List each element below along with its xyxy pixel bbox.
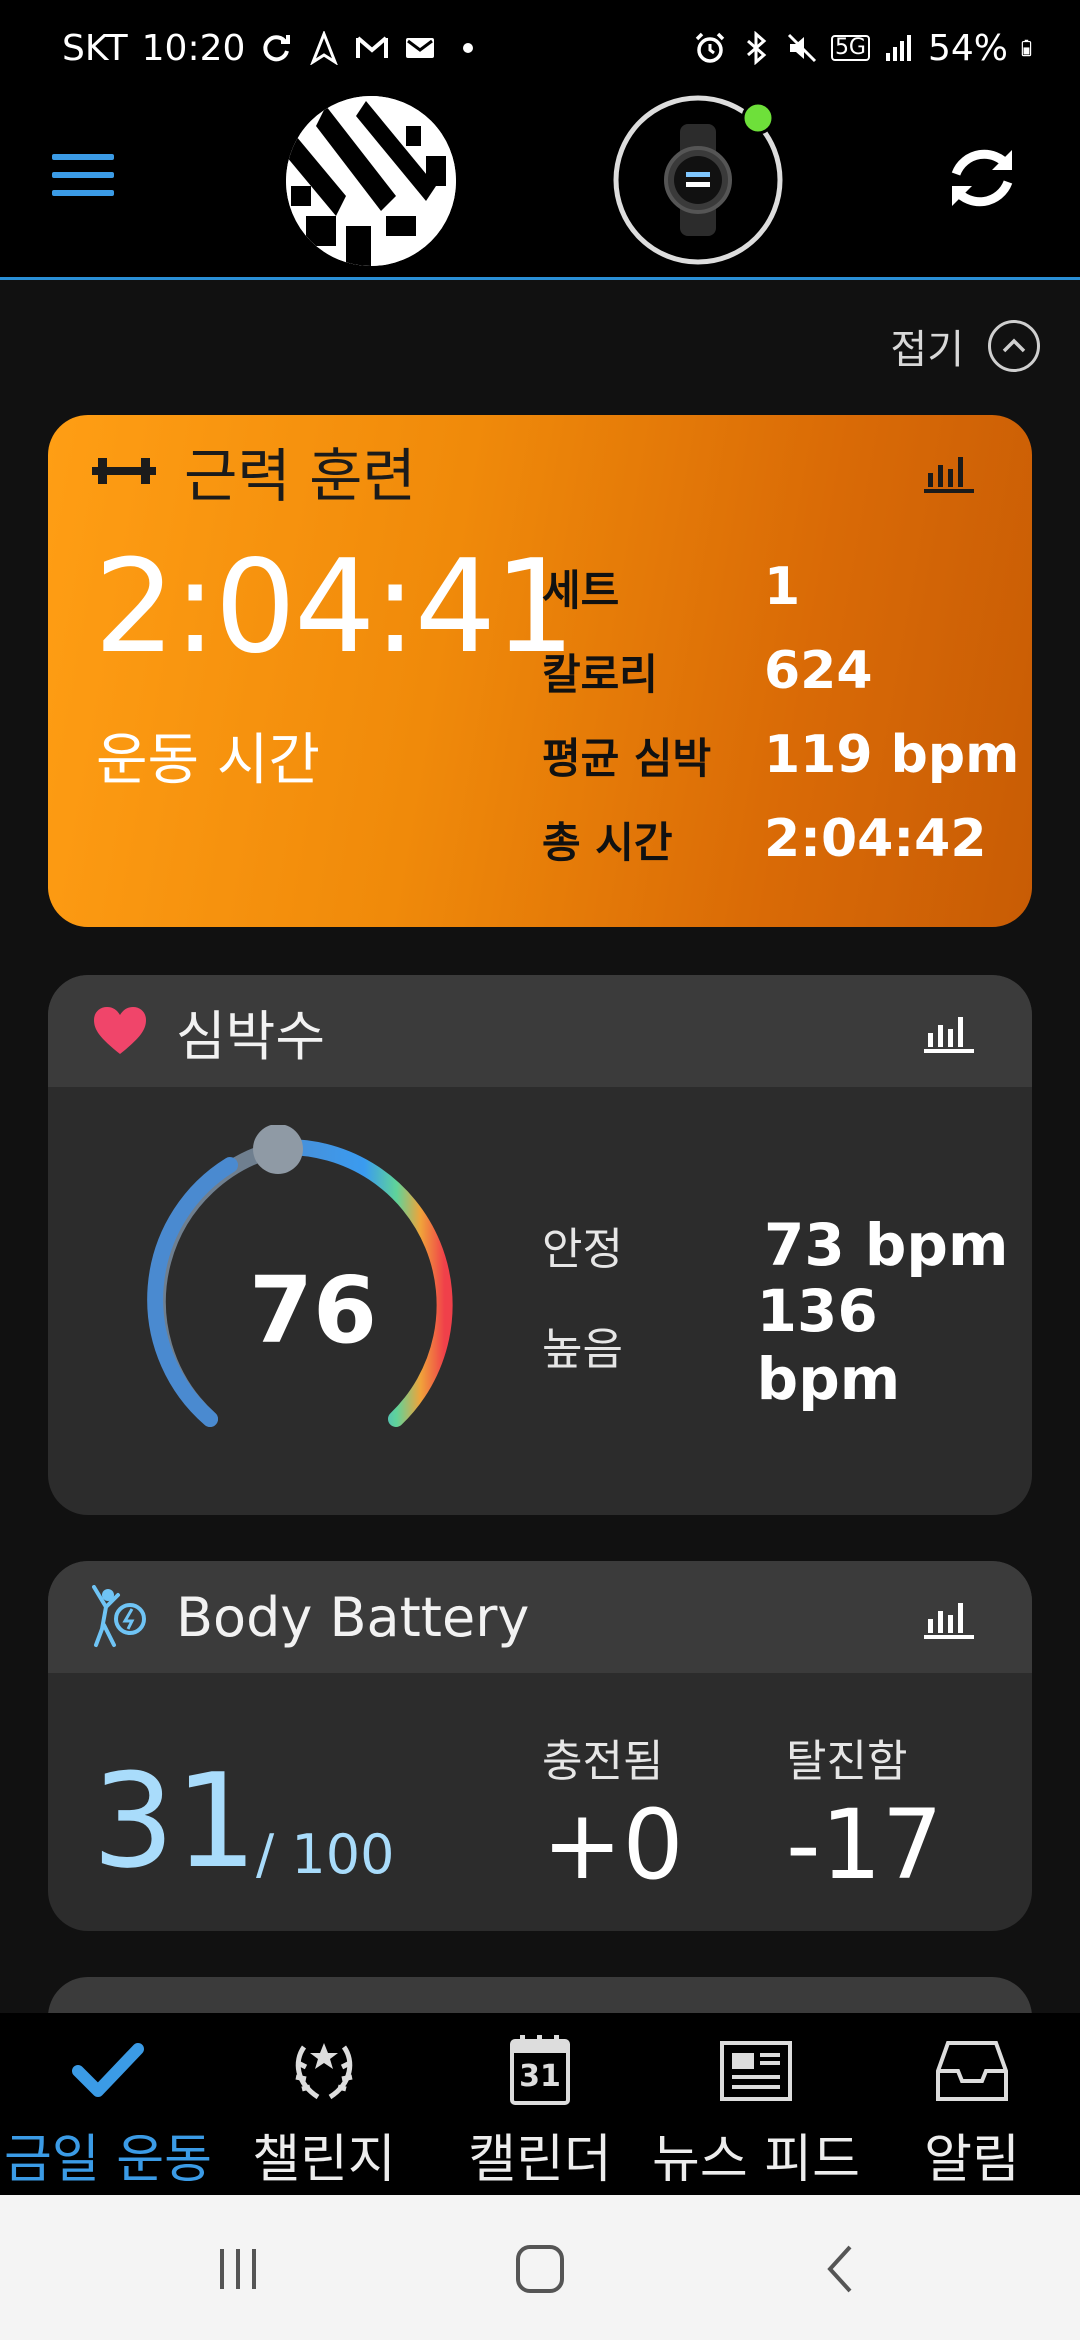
sync-icon <box>951 149 1013 207</box>
watch-icon <box>613 95 783 265</box>
nav-label: 금일 운동 <box>4 2130 212 2190</box>
menu-button[interactable] <box>52 154 114 204</box>
stat-value: 119 bpm <box>764 725 1020 785</box>
inbox-icon <box>936 2041 1008 2101</box>
battery-icon <box>1021 39 1032 57</box>
calendar-icon: 31 <box>498 2033 582 2107</box>
stat-value: 2:04:42 <box>764 809 987 869</box>
collapse-button[interactable]: 접기 <box>890 317 1040 375</box>
strength-card-header: 근력 훈련 <box>48 415 1032 527</box>
hr-label: 안정 <box>542 1224 623 1275</box>
workout-duration-label: 운동 시간 <box>96 728 320 793</box>
stat-value: 624 <box>764 641 873 701</box>
status-bar: SKT 10:20 5G 54% <box>0 0 1080 96</box>
body-battery-icon <box>92 1585 146 1647</box>
current-heart-rate: 76 <box>248 1257 378 1364</box>
stat-label: 칼로리 <box>542 649 658 699</box>
mute-icon <box>787 33 816 63</box>
mail-icon <box>406 38 435 58</box>
bluetooth-icon <box>746 31 767 65</box>
carrier-label: SKT <box>62 27 128 69</box>
body-battery-value: 31 <box>92 1745 258 1897</box>
nav-newsfeed[interactable]: 뉴스 피드 <box>648 2013 864 2195</box>
signal-icon <box>885 35 911 61</box>
bar-chart-icon[interactable] <box>924 1011 974 1053</box>
system-navigation-bar <box>0 2195 1080 2340</box>
main-content[interactable]: 접기 근력 훈련 2:04:41 운동 시간 세트 1 칼로리 624 평균 심… <box>0 283 1080 2013</box>
collapse-label: 접기 <box>890 327 964 373</box>
strength-card-title: 근력 훈련 <box>184 442 416 510</box>
heart-icon <box>94 1007 146 1054</box>
navigation-icon <box>310 31 339 65</box>
heart-card-title: 심박수 <box>176 1004 326 1068</box>
heart-rate-card[interactable]: 심박수 76 안정 73 bpm 높음 136 bpm <box>48 975 1032 1515</box>
nav-calendar[interactable]: 31 캘린더 <box>432 2013 648 2195</box>
drained-label: 탈진함 <box>786 1736 908 1787</box>
heart-rate-stats: 안정 73 bpm 높음 136 bpm <box>542 1195 1032 1413</box>
drained-column: 탈진함 -17 <box>786 1725 943 1901</box>
dot-icon <box>463 43 474 53</box>
body-battery-max: / 100 <box>256 1823 395 1886</box>
bar-chart-icon[interactable] <box>924 1597 974 1639</box>
recent-apps-icon[interactable] <box>208 2239 268 2299</box>
workout-duration: 2:04:41 <box>94 533 575 682</box>
check-icon <box>72 2043 144 2097</box>
body-battery-card[interactable]: Body Battery 31 / 100 충전됨 +0 탈진함 -17 <box>48 1561 1032 1931</box>
sync-status-icon <box>263 35 291 62</box>
strength-training-card[interactable]: 근력 훈련 2:04:41 운동 시간 세트 1 칼로리 624 평균 심박 1… <box>48 415 1032 927</box>
stat-label: 세트 <box>542 565 620 615</box>
nav-label: 캘린더 <box>468 2130 612 2190</box>
avatar-image <box>286 96 456 266</box>
nav-today[interactable]: 금일 운동 <box>0 2013 216 2195</box>
chevron-up-icon <box>988 320 1040 372</box>
stat-row-total-time: 총 시간 2:04:42 <box>542 797 1019 881</box>
charged-value: +0 <box>542 1789 684 1901</box>
sync-button[interactable] <box>940 136 1024 220</box>
bottom-navigation: 금일 운동 챌린지 31 캘린더 뉴스 피드 알림 <box>0 2013 1080 2195</box>
stat-value: 1 <box>764 557 801 617</box>
device-status[interactable] <box>610 92 786 268</box>
calendar-day: 31 <box>519 2059 561 2094</box>
heart-card-header: 심박수 <box>48 975 1032 1087</box>
home-icon[interactable] <box>510 2239 570 2299</box>
back-icon[interactable] <box>812 2239 872 2299</box>
battery-card-header: Body Battery <box>48 1561 1032 1673</box>
clock: 10:20 <box>141 27 246 69</box>
alarm-icon <box>695 32 725 63</box>
nav-label: 챌린지 <box>252 2130 396 2190</box>
nav-challenges[interactable]: 챌린지 <box>216 2013 432 2195</box>
stat-row-avg-hr: 평균 심박 119 bpm <box>542 713 1019 797</box>
nav-label: 뉴스 피드 <box>652 2130 860 2190</box>
laurel-icon <box>295 2043 353 2100</box>
stat-label: 총 시간 <box>542 817 673 867</box>
hr-row-high: 높음 136 bpm <box>542 1277 1032 1413</box>
hr-value: 73 bpm <box>764 1211 1009 1279</box>
gmail-icon <box>356 36 389 58</box>
hr-value: 136 bpm <box>756 1277 901 1413</box>
menu-icon <box>52 154 114 160</box>
battery-percent: 54% <box>927 27 1008 69</box>
dumbbell-icon <box>92 458 156 484</box>
app-header <box>0 95 1080 280</box>
newspaper-icon <box>720 2041 792 2101</box>
charged-column: 충전됨 +0 <box>542 1725 684 1901</box>
network-type: 5G <box>830 35 870 61</box>
nav-label: 알림 <box>924 2130 1020 2190</box>
menu-icon-line <box>52 172 114 178</box>
charged-label: 충전됨 <box>542 1736 664 1787</box>
stat-row-sets: 세트 1 <box>542 545 1019 629</box>
hr-label: 높음 <box>542 1324 623 1375</box>
drained-value: -17 <box>786 1789 943 1901</box>
next-card-partial[interactable] <box>48 1977 1032 2013</box>
stat-label: 평균 심박 <box>542 733 712 783</box>
battery-card-title: Body Battery <box>176 1585 530 1649</box>
bar-chart-icon[interactable] <box>924 451 974 493</box>
nav-notifications[interactable]: 알림 <box>864 2013 1080 2195</box>
avatar[interactable] <box>286 96 456 266</box>
strength-stats: 세트 1 칼로리 624 평균 심박 119 bpm 총 시간 2:04:42 <box>542 545 1019 881</box>
stat-row-calories: 칼로리 624 <box>542 629 1019 713</box>
menu-icon-line <box>52 190 114 196</box>
